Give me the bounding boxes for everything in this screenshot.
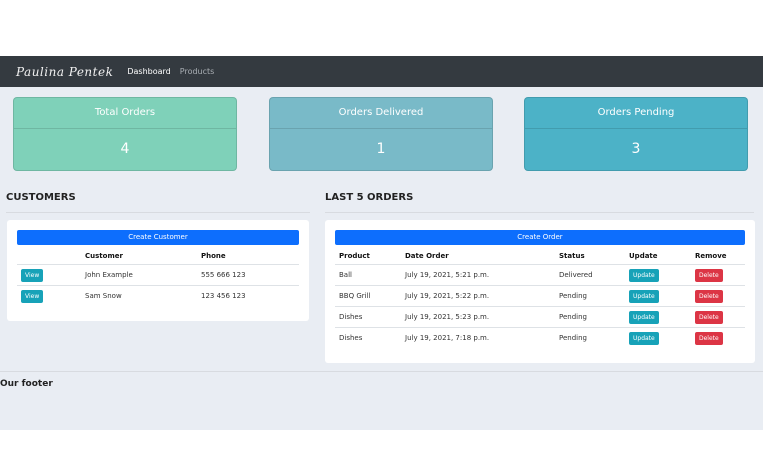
view-customer-button[interactable]: View <box>21 289 44 303</box>
stat-value: 1 <box>376 141 386 157</box>
total-orders-card: Total Orders 4 <box>13 97 237 171</box>
table-row: BBQ Grill July 19, 2021, 5:22 p.m. Pendi… <box>335 285 745 307</box>
table-row: View Sam Snow 123 456 123 <box>17 285 299 306</box>
create-customer-button[interactable]: Create Customer <box>17 230 299 245</box>
order-product: BBQ Grill <box>335 285 401 307</box>
column-header-product: Product <box>339 252 370 260</box>
dashboard-page: Paulina Pentek Dashboard Products Total … <box>0 56 763 430</box>
order-date: July 19, 2021, 5:21 p.m. <box>401 264 555 286</box>
column-header-status: Status <box>559 252 585 260</box>
nav-link-products[interactable]: Products <box>180 67 215 76</box>
order-product: Ball <box>335 264 401 286</box>
create-order-button[interactable]: Create Order <box>335 230 745 245</box>
order-product: Dishes <box>335 327 401 348</box>
delete-order-button[interactable]: Delete <box>695 310 723 324</box>
stat-value: 3 <box>631 141 641 157</box>
customer-phone: 123 456 123 <box>197 285 299 306</box>
table-row: View John Example 555 666 123 <box>17 264 299 286</box>
column-header-remove: Remove <box>695 252 727 260</box>
order-status: Pending <box>555 306 625 328</box>
update-order-button[interactable]: Update <box>629 289 659 303</box>
stat-value: 4 <box>120 141 130 157</box>
view-customer-button[interactable]: View <box>21 268 44 282</box>
order-status: Pending <box>555 285 625 307</box>
orders-pending-card: Orders Pending 3 <box>524 97 748 171</box>
orders-table: Product Date Order Status Update Remove … <box>335 248 745 348</box>
nav-link-dashboard[interactable]: Dashboard <box>127 67 170 76</box>
footer-text: Our footer <box>0 379 53 389</box>
column-header-update: Update <box>629 252 658 260</box>
order-date: July 19, 2021, 5:23 p.m. <box>401 306 555 328</box>
table-row: Dishes July 19, 2021, 5:23 p.m. Pending … <box>335 306 745 328</box>
update-order-button[interactable]: Update <box>629 331 659 345</box>
order-status: Delivered <box>555 264 625 286</box>
stat-title: Orders Pending <box>525 98 747 129</box>
stat-title: Orders Delivered <box>270 98 492 129</box>
customers-panel: Create Customer Customer Phone View John… <box>7 220 309 321</box>
table-row: Ball July 19, 2021, 5:21 p.m. Delivered … <box>335 264 745 286</box>
delete-order-button[interactable]: Delete <box>695 268 723 282</box>
update-order-button[interactable]: Update <box>629 268 659 282</box>
brand-logo[interactable]: Paulina Pentek <box>16 65 113 79</box>
divider <box>325 212 754 213</box>
delete-order-button[interactable]: Delete <box>695 331 723 345</box>
update-order-button[interactable]: Update <box>629 310 659 324</box>
column-header-phone: Phone <box>201 252 226 260</box>
stat-title: Total Orders <box>14 98 236 129</box>
column-header-actions <box>17 248 81 265</box>
order-status: Pending <box>555 327 625 348</box>
customer-name: Sam Snow <box>81 285 197 306</box>
table-row: Dishes July 19, 2021, 7:18 p.m. Pending … <box>335 327 745 348</box>
order-date: July 19, 2021, 7:18 p.m. <box>401 327 555 348</box>
navbar: Paulina Pentek Dashboard Products <box>0 56 763 87</box>
customer-phone: 555 666 123 <box>197 264 299 286</box>
customer-name: John Example <box>81 264 197 286</box>
order-product: Dishes <box>335 306 401 328</box>
customers-table: Customer Phone View John Example 555 666… <box>17 248 299 306</box>
orders-panel: Create Order Product Date Order Status U… <box>325 220 755 363</box>
column-header-customer: Customer <box>85 252 123 260</box>
customers-title: CUSTOMERS <box>6 192 76 203</box>
delete-order-button[interactable]: Delete <box>695 289 723 303</box>
orders-title: LAST 5 ORDERS <box>325 192 414 203</box>
footer-divider <box>0 371 763 372</box>
orders-delivered-card: Orders Delivered 1 <box>269 97 493 171</box>
column-header-date: Date Order <box>405 252 449 260</box>
order-date: July 19, 2021, 5:22 p.m. <box>401 285 555 307</box>
divider <box>6 212 310 213</box>
